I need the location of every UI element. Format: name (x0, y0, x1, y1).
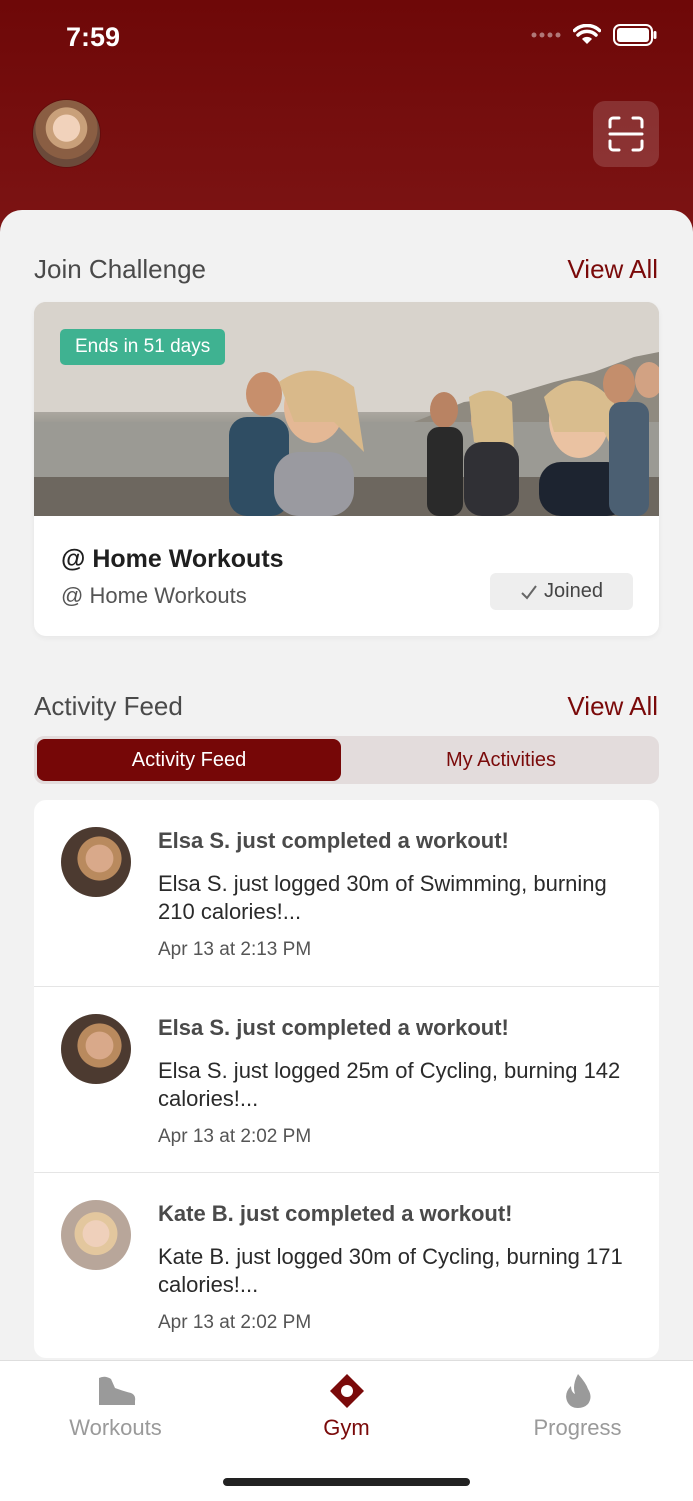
profile-avatar[interactable] (33, 100, 100, 167)
feed-item-title: Kate B. just completed a workout! (158, 1201, 513, 1226)
feed-item-time: Apr 13 at 2:02 PM (158, 1312, 312, 1333)
challenge-card[interactable]: Ends in 51 days @ Home Workouts @ Home W… (34, 302, 659, 636)
challenge-photo: Ends in 51 days (34, 302, 659, 516)
feed-item[interactable]: Elsa S. just completed a workout! Elsa S… (34, 986, 659, 1173)
feed-item-time: Apr 13 at 2:02 PM (158, 1126, 312, 1147)
location-diamond-icon (329, 1373, 365, 1409)
feed-item[interactable]: Kate B. just completed a workout! Kate B… (34, 1172, 659, 1358)
joined-label: Joined (544, 580, 603, 602)
tab-gym-label: Gym (323, 1415, 370, 1440)
tab-activity-feed[interactable]: Activity Feed (37, 739, 341, 781)
home-indicator (223, 1478, 470, 1486)
status-time: 7:59 (66, 22, 121, 52)
scan-button[interactable] (593, 101, 659, 167)
feed-item[interactable]: Elsa S. just completed a workout! Elsa S… (34, 800, 659, 986)
avatar (61, 827, 131, 897)
scan-icon (608, 116, 644, 152)
activity-feed-heading: Activity Feed (34, 691, 183, 721)
avatar (61, 1200, 131, 1270)
feed-item-title: Elsa S. just completed a workout! (158, 1015, 509, 1040)
tab-workouts[interactable]: Workouts (0, 1361, 231, 1461)
feed-item-text: Kate B. just logged 30m of Cycling, burn… (158, 1244, 623, 1297)
flame-icon (562, 1373, 594, 1409)
feed-item-title: Elsa S. just completed a workout! (158, 828, 509, 853)
tab-progress[interactable]: Progress (462, 1361, 693, 1461)
checkmark-icon (521, 584, 537, 600)
status-icons (531, 24, 657, 46)
feed-item-time: Apr 13 at 2:13 PM (158, 939, 312, 960)
joined-button[interactable]: Joined (490, 573, 633, 610)
activity-segmented-control: Activity Feed My Activities (34, 736, 659, 784)
tab-workouts-label: Workouts (69, 1415, 162, 1440)
avatar (61, 1014, 131, 1084)
join-challenge-heading: Join Challenge (34, 254, 207, 284)
feed-item-text: Elsa S. just logged 25m of Cycling, burn… (158, 1058, 621, 1111)
tab-progress-label: Progress (533, 1415, 622, 1440)
activity-feed-list: Elsa S. just completed a workout! Elsa S… (34, 800, 659, 1358)
header-bar: 7:59 (0, 0, 693, 240)
challenge-title: @ Home Workouts (61, 545, 284, 573)
tab-my-activities[interactable]: My Activities (346, 739, 656, 781)
feed-item-text: Elsa S. just logged 30m of Swimming, bur… (158, 871, 607, 924)
activity-view-all-link[interactable]: View All (567, 691, 658, 722)
ends-in-badge: Ends in 51 days (60, 329, 226, 365)
wifi-icon (573, 24, 601, 44)
challenge-subtitle: @ Home Workouts (61, 583, 247, 608)
shoe-icon (95, 1373, 137, 1409)
battery-icon (613, 24, 657, 46)
signal-icon (531, 32, 561, 38)
tab-gym[interactable]: Gym (231, 1361, 462, 1461)
challenge-view-all-link[interactable]: View All (567, 254, 658, 285)
